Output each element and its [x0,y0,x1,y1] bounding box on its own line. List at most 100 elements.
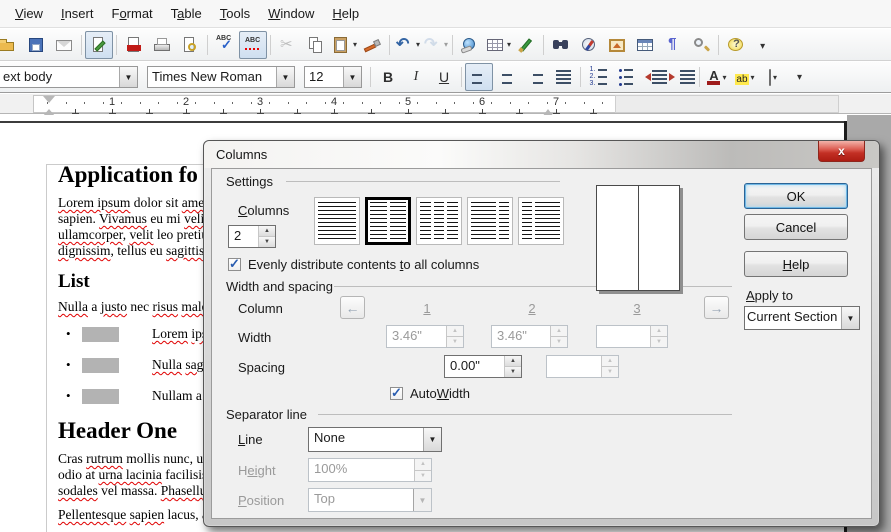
find-replace-button[interactable] [547,31,575,59]
align-justify-button[interactable] [549,63,577,91]
font-size-value[interactable]: 12 [305,67,343,87]
menu-format[interactable]: Format [102,1,161,26]
draw-functions-button[interactable] [512,31,540,59]
indent-increase-button[interactable] [668,63,696,91]
tab-stop-marker [516,108,523,114]
group-line [286,181,560,182]
paragraph-style-value[interactable]: ext body [0,67,119,87]
help-button[interactable]: Help [744,251,848,277]
horizontal-ruler[interactable]: 1234567 [0,94,891,114]
image-placeholder[interactable] [82,358,119,373]
menu-window[interactable]: Window [259,1,323,26]
help-button[interactable] [722,31,750,59]
evenly-distribute-checkbox[interactable] [228,258,241,271]
print-button[interactable] [148,31,176,59]
indent-decrease-button[interactable] [640,63,668,91]
next-column-button[interactable]: → [704,296,729,319]
image-placeholder[interactable] [82,327,119,342]
align-right-button[interactable] [521,63,549,91]
font-name-value[interactable]: Times New Roman [148,67,276,87]
auto-spellcheck-button[interactable] [239,31,267,59]
copy-button[interactable] [302,31,330,59]
dropdown-arrow-icon[interactable]: ▾ [751,73,755,82]
preset-left-column[interactable] [467,197,513,245]
menu-insert[interactable]: Insert [52,1,103,26]
formatting-marks-button[interactable] [659,31,687,59]
edit-file-button[interactable] [85,31,113,59]
chevron-down-icon[interactable]: ▼ [841,307,859,329]
highlighting-button[interactable]: ab▾ [731,63,759,91]
dropdown-arrow-icon[interactable]: ▾ [773,73,777,82]
overflow-button[interactable] [787,63,815,91]
export-pdf-button[interactable] [120,31,148,59]
overflow-button[interactable] [750,31,778,59]
page-preview-button[interactable] [176,31,204,59]
align-center-button[interactable] [493,63,521,91]
arrow-left-icon: ← [346,300,360,316]
bullets-button[interactable] [612,63,640,91]
undo-button[interactable]: ▾ [393,31,421,59]
dropdown-arrow-icon[interactable]: ▾ [353,40,357,49]
autowidth-checkbox[interactable] [390,387,403,400]
font-color-button[interactable]: A▾ [703,63,731,91]
navigator-button[interactable] [575,31,603,59]
width-field-3: ▲▼ [596,325,668,348]
hyperlink-button[interactable] [456,31,484,59]
menu-table[interactable]: Table [162,1,211,26]
bullets-icon [619,68,633,86]
columns-count-spinner[interactable]: 2 ▲▼ [228,225,276,248]
font-size-combo[interactable]: 12 ▼ [304,66,362,88]
chevron-down-icon[interactable]: ▼ [119,67,137,87]
standard-toolbar: ▾ ▾ ▾ ▾ [0,29,891,61]
email-button[interactable] [50,31,78,59]
previous-column-button[interactable]: ← [340,296,365,319]
dropdown-arrow-icon[interactable]: ▾ [507,40,511,49]
menu-help[interactable]: Help [323,1,368,26]
preset-two-column-selected[interactable] [365,197,411,245]
format-paintbrush-button[interactable] [358,31,386,59]
spacing-field-1[interactable]: 0.00" ▲▼ [444,355,522,378]
gallery-button[interactable] [603,31,631,59]
line-style-value[interactable]: None [309,428,423,451]
ruler-tick [454,102,455,104]
menu-view[interactable]: View [6,1,52,26]
chevron-down-icon[interactable]: ▼ [343,67,361,87]
table-button[interactable]: ▾ [484,31,512,59]
preset-right-column[interactable] [518,197,564,245]
ok-button[interactable]: OK [744,183,848,209]
spellcheck-button[interactable] [211,31,239,59]
ruler-tick [343,102,344,104]
preset-one-column[interactable] [314,197,360,245]
save-button[interactable] [22,31,50,59]
line-style-dropdown[interactable]: None ▼ [308,427,442,452]
dialog-title-bar[interactable]: Columns [204,141,879,168]
data-sources-button[interactable] [631,31,659,59]
numbering-button[interactable]: 1. 2. 3. [584,63,612,91]
image-placeholder[interactable] [82,389,119,404]
dropdown-arrow-icon[interactable]: ▾ [416,40,420,49]
spacing-value-1[interactable]: 0.00" [445,356,504,377]
dropdown-arrow-icon[interactable]: ▾ [722,73,726,82]
spinner-buttons[interactable]: ▲▼ [258,226,275,247]
underline-button[interactable]: U [430,63,458,91]
chevron-down-icon[interactable]: ▼ [276,67,294,87]
cancel-button[interactable]: Cancel [744,214,848,240]
paragraph-style-combo[interactable]: ext body ▼ [0,66,138,88]
menu-tools[interactable]: Tools [211,1,259,26]
align-left-button[interactable] [465,63,493,91]
paste-button[interactable]: ▾ [330,31,358,59]
apply-to-dropdown[interactable]: Current Section ▼ [744,306,860,330]
dropdown-arrow-icon[interactable]: ▾ [444,40,448,49]
chevron-down-icon[interactable]: ▼ [423,428,441,451]
align-right-icon [528,70,543,84]
italic-button[interactable]: I [402,63,430,91]
close-button[interactable]: x [818,141,865,162]
zoom-button[interactable] [687,31,715,59]
open-button[interactable] [0,31,22,59]
columns-count-value[interactable]: 2 [229,226,258,247]
preset-three-column[interactable] [416,197,462,245]
font-name-combo[interactable]: Times New Roman ▼ [147,66,295,88]
background-color-button[interactable]: ▾ [759,63,787,91]
apply-to-value[interactable]: Current Section [745,307,841,329]
bold-button[interactable]: B [374,63,402,91]
